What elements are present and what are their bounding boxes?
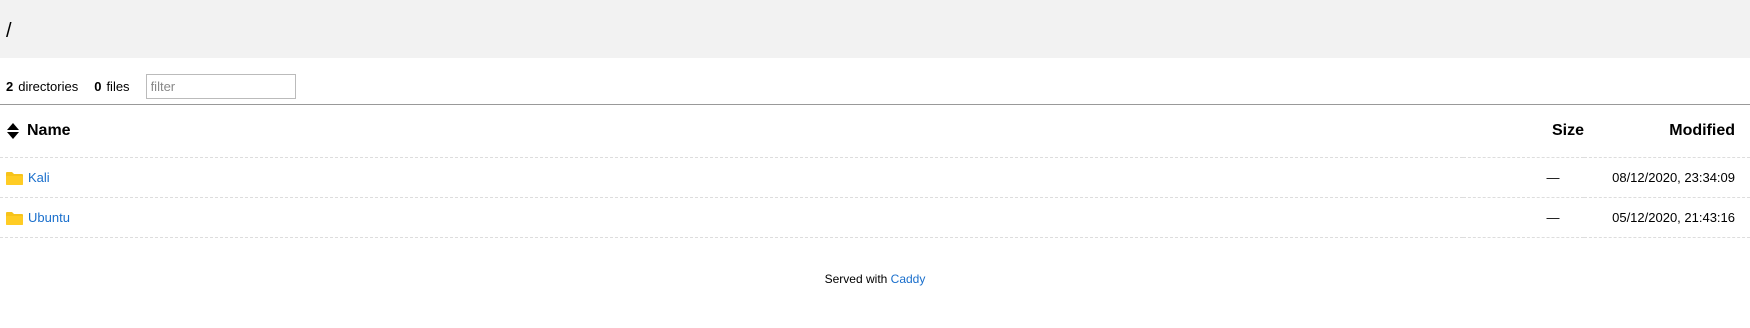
directory-count-label: directories (18, 78, 79, 94)
row-modified-cell: 08/12/2020, 23:34:09 (1584, 157, 1750, 198)
column-size-label[interactable]: Size (1552, 122, 1584, 139)
folder-link-ubuntu[interactable]: Ubuntu (28, 210, 70, 225)
column-size-header[interactable]: Size (1463, 105, 1584, 158)
row-size-cell: — (1463, 157, 1584, 198)
column-modified-header[interactable]: Modified (1584, 105, 1750, 158)
file-count: 0 files (94, 79, 129, 94)
file-count-label: files (106, 78, 130, 94)
folder-link-kali[interactable]: Kali (28, 170, 50, 185)
row-modified-cell: 05/12/2020, 21:43:16 (1584, 197, 1750, 238)
table-row[interactable]: Kali — 08/12/2020, 23:34:09 (0, 157, 1750, 198)
folder-icon (6, 171, 23, 185)
filter-input[interactable] (145, 73, 296, 99)
row-name-cell: Ubuntu (0, 197, 1463, 238)
column-name-label[interactable]: Name (27, 122, 71, 139)
column-modified-label[interactable]: Modified (1669, 122, 1735, 139)
page-header: / (0, 0, 1750, 58)
footer-text: Served with (824, 272, 888, 286)
row-size-cell: — (1463, 197, 1584, 238)
table-row[interactable]: Ubuntu — 05/12/2020, 21:43:16 (0, 197, 1750, 238)
column-name-header[interactable]: Name (0, 105, 1463, 158)
directory-count: 2 directories (6, 79, 78, 94)
file-count-value: 0 (94, 78, 102, 94)
file-listing-table: Name Size Modified Kali — 08/12/2020, 23… (0, 105, 1750, 238)
current-path: / (6, 20, 12, 42)
row-name-cell: Kali (0, 157, 1463, 198)
caddy-link[interactable]: Caddy (891, 272, 926, 286)
page-footer: Served with Caddy (0, 238, 1750, 286)
folder-icon (6, 211, 23, 225)
directory-count-value: 2 (6, 78, 14, 94)
listing-summary: 2 directories 0 files (0, 58, 1750, 105)
sort-icon[interactable] (6, 122, 20, 140)
table-header-row: Name Size Modified (0, 105, 1750, 158)
